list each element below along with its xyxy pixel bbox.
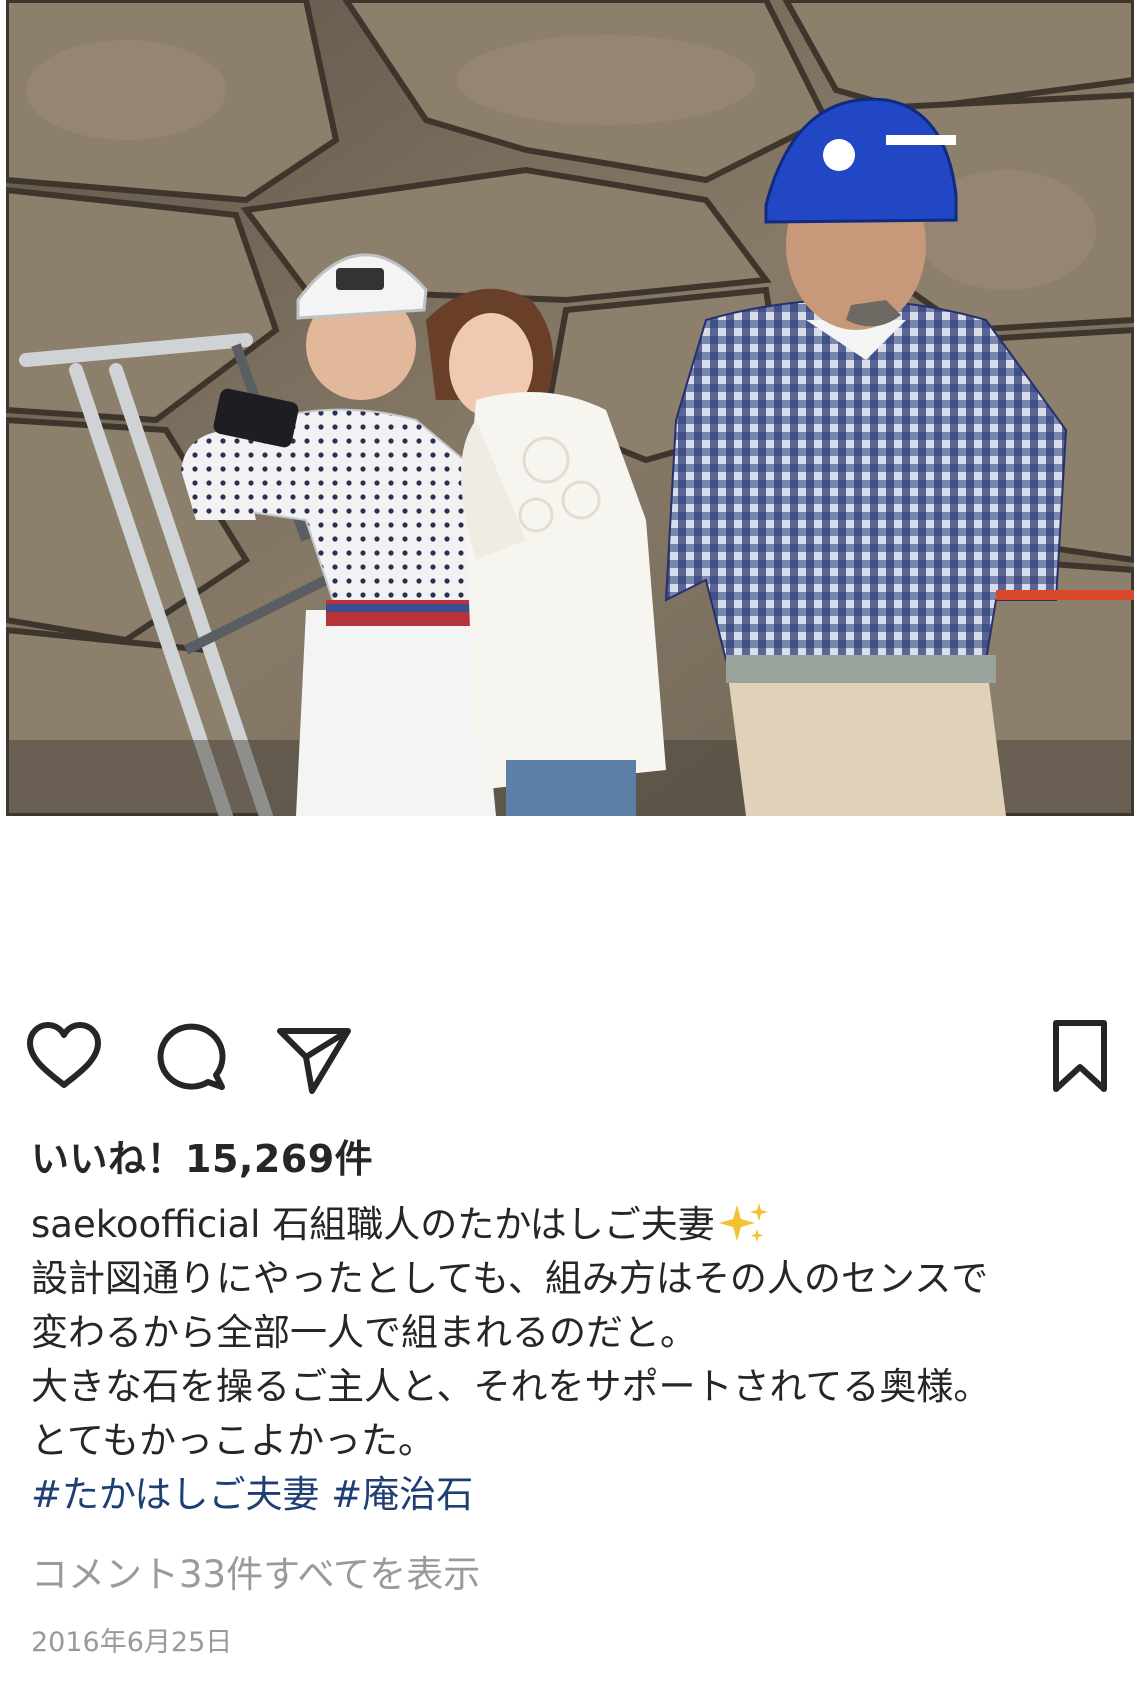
post-action-bar bbox=[0, 1015, 1141, 1115]
share-button[interactable] bbox=[272, 1015, 356, 1099]
post-photo-illustration bbox=[6, 0, 1134, 816]
like-button[interactable] bbox=[22, 1015, 106, 1099]
hashtag-link[interactable]: #たかはしご夫妻 bbox=[31, 1473, 320, 1516]
caption-title-text: 石組職人のたかはしご夫妻 bbox=[272, 1203, 715, 1246]
username-link[interactable]: saekoofficial bbox=[31, 1203, 260, 1246]
comment-button[interactable] bbox=[148, 1015, 232, 1099]
like-count[interactable]: いいね！15,269件 bbox=[31, 1128, 373, 1183]
heart-icon bbox=[27, 1022, 101, 1088]
bookmark-icon bbox=[1053, 1020, 1107, 1092]
post-caption: saekoofficial 石組職人のたかはしご夫妻 設計図通りにやったとしても… bbox=[31, 1198, 1121, 1522]
sparkles-emoji-icon bbox=[718, 1203, 768, 1242]
comment-bubble-icon bbox=[157, 1023, 226, 1090]
hashtag-line: #たかはしご夫妻 #庵治石 bbox=[31, 1468, 1121, 1522]
hashtag-link[interactable]: #庵治石 bbox=[331, 1473, 473, 1516]
caption-line: 設計図通りにやったとしても、組み方はその人のセンスで bbox=[31, 1257, 989, 1300]
paper-plane-icon bbox=[277, 1028, 351, 1094]
caption-first-line: saekoofficial 石組職人のたかはしご夫妻 bbox=[31, 1198, 1121, 1252]
post-date: 2016年6月25日 bbox=[31, 1627, 233, 1658]
caption-line: とてもかっこよかった。 bbox=[31, 1419, 436, 1462]
view-all-comments-link[interactable]: コメント33件すべてを表示 bbox=[31, 1544, 480, 1598]
save-button[interactable] bbox=[1038, 1015, 1122, 1099]
caption-line: 変わるから全部一人で組まれるのだと。 bbox=[31, 1311, 697, 1354]
caption-line: 大きな石を操るご主人と、それをサポートされてる奥様。 bbox=[31, 1365, 991, 1408]
post-photo[interactable] bbox=[6, 0, 1134, 816]
